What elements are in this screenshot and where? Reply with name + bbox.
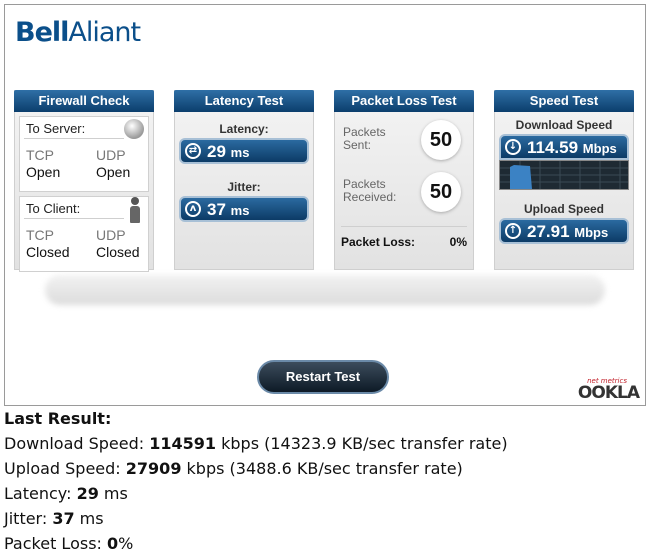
client-udp-label: UDP [96, 227, 126, 243]
upload-display: ↑ 27.91 Mbps [499, 218, 629, 244]
globe-icon [124, 119, 144, 139]
download-value: 114.59 [527, 138, 579, 157]
bell-aliant-logo: BellAliant [15, 17, 141, 48]
exchange-arrows-icon: ⇄ [185, 143, 201, 159]
ookla-logo: net metrics OOKLA [577, 377, 640, 403]
packet-loss-label: Packet Loss: [341, 235, 416, 249]
client-tcp-label: TCP [26, 227, 54, 243]
result-download: Download Speed: 114591 kbps (14323.9 KB/… [4, 434, 508, 453]
download-label: Download Speed [515, 118, 613, 132]
client-udp-value: Closed [96, 244, 140, 260]
download-graph [499, 160, 629, 190]
packet-loss-title: Packet Loss Test [334, 90, 474, 112]
latency-title: Latency Test [174, 90, 314, 112]
pulse-icon: ʌ [185, 201, 201, 217]
download-display: ↓ 114.59 Mbps [499, 134, 629, 160]
latency-panel: Latency Test Latency: ⇄ 29 ms Jitter: ʌ … [174, 90, 314, 270]
packet-loss-value: 0% [449, 235, 467, 249]
packet-loss-row: Packet Loss: 0% [341, 226, 467, 249]
speedtest-widget: BellAliant Firewall Check To Server: TCP… [4, 4, 646, 406]
latency-display: ⇄ 29 ms [179, 138, 309, 164]
restart-test-button[interactable]: Restart Test [257, 360, 389, 394]
speed-title: Speed Test [494, 90, 634, 112]
result-packet-loss: Packet Loss: 0% [4, 534, 134, 553]
last-result: Last Result: Download Speed: 114591 kbps… [4, 406, 508, 556]
person-icon [130, 197, 140, 223]
to-server-label: To Server: [26, 121, 86, 136]
result-jitter: Jitter: 37 ms [4, 509, 104, 528]
server-tcp-label: TCP [26, 147, 54, 163]
upload-label: Upload Speed [523, 202, 604, 216]
to-server-box: To Server: TCP Open UDP Open [19, 116, 149, 192]
packet-loss-panel: Packet Loss Test Packets Sent: 50 Packets… [334, 90, 474, 270]
arrow-up-icon: ↑ [505, 223, 521, 239]
jitter-display: ʌ 37 ms [179, 196, 309, 222]
packets-sent-value: 50 [421, 120, 461, 160]
latency-value: 29 [207, 142, 226, 161]
packets-received-row: Packets Received: 50 [335, 168, 473, 220]
last-result-heading: Last Result: [4, 409, 112, 428]
arrow-down-icon: ↓ [505, 139, 521, 155]
latency-label: Latency: [219, 122, 269, 136]
server-tcp-value: Open [26, 164, 61, 180]
upload-value: 27.91 [527, 222, 570, 241]
packets-sent-row: Packets Sent: 50 [335, 116, 473, 168]
stage-backdrop [45, 275, 605, 305]
firewall-panel: Firewall Check To Server: TCP Open UDP O… [14, 90, 154, 272]
jitter-value: 37 [207, 200, 226, 219]
jitter-label: Jitter: [227, 180, 261, 194]
speed-panel: Speed Test Download Speed ↓ 114.59 Mbps … [494, 90, 634, 270]
to-client-box: To Client: TCP Closed UDP Closed [19, 196, 149, 272]
firewall-title: Firewall Check [14, 90, 154, 112]
packets-received-value: 50 [421, 172, 461, 212]
result-upload: Upload Speed: 27909 kbps (3488.6 KB/sec … [4, 459, 463, 478]
to-client-label: To Client: [26, 201, 81, 216]
client-tcp-value: Closed [26, 244, 70, 260]
server-udp-value: Open [96, 164, 131, 180]
server-udp-label: UDP [96, 147, 126, 163]
result-latency: Latency: 29 ms [4, 484, 128, 503]
